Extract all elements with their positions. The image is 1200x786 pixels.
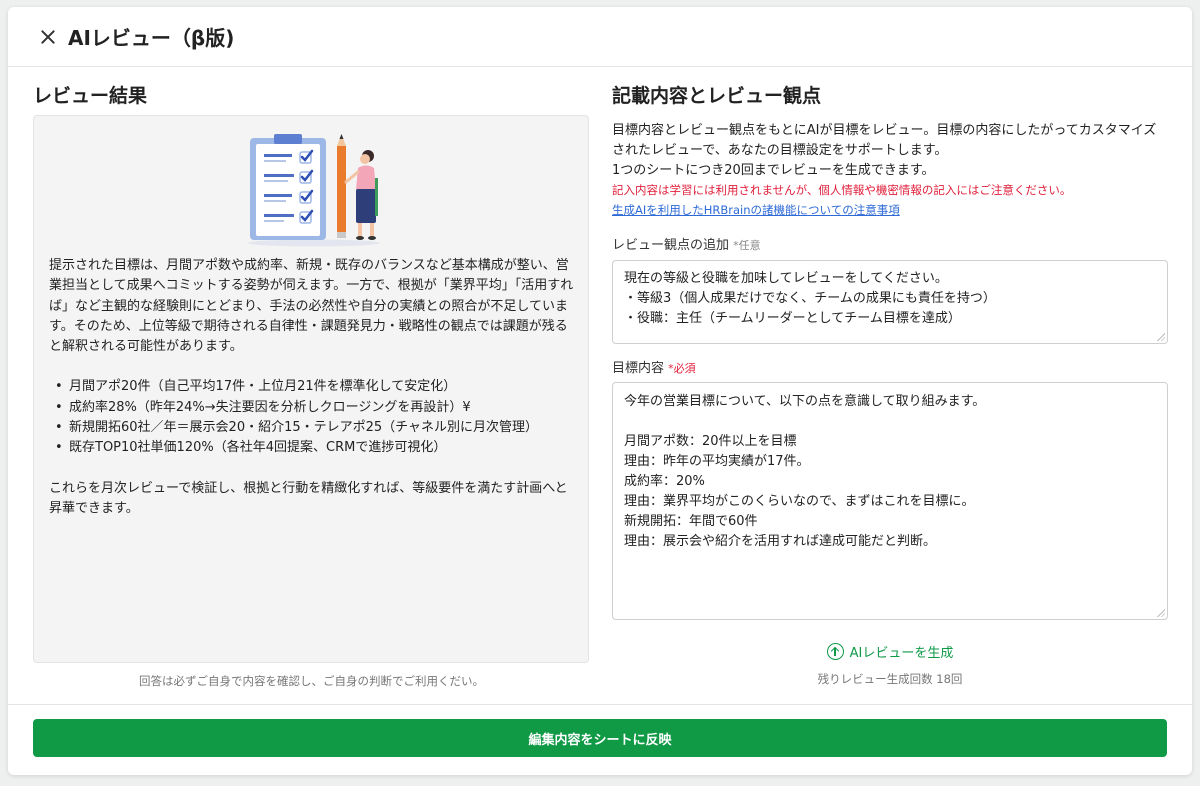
goal-content-textarea[interactable]: 今年の営業目標について、以下の点を意識して取り組みます。 月間アポ数：20件以上… bbox=[612, 382, 1168, 620]
disclaimer-note: 回答は必ずご自身で内容を確認し、ご自身の判断でご利用くだい。 bbox=[139, 674, 484, 688]
input-panel: 記載内容とレビュー観点 目標内容とレビュー観点をもとにAIが目標をレビュー。目標… bbox=[612, 85, 1168, 687]
optional-tag: *任意 bbox=[733, 239, 761, 252]
modal-footer: 編集内容をシートに反映 bbox=[8, 704, 1192, 775]
checklist-illustration bbox=[248, 134, 380, 247]
limit-text: 1つのシートにつき20回までレビューを生成できます。 bbox=[612, 163, 935, 178]
generate-review-button[interactable]: AIレビューを生成 bbox=[612, 642, 1168, 661]
ai-review-modal: AIレビュー（β版) レビュー結果 提示された目標は、月間アポ数や成約率、新規・… bbox=[8, 7, 1192, 775]
input-panel-title: 記載内容とレビュー観点 bbox=[612, 85, 822, 107]
review-result-title: レビュー結果 bbox=[33, 85, 148, 107]
review-field-label: レビュー観点の追加 *任意 bbox=[612, 238, 1168, 254]
description-text: 目標内容とレビュー観点をもとにAIが目標をレビュー。目標の内容にしたがってカスタ… bbox=[612, 123, 1157, 158]
goal-field-label-text: 目標内容 bbox=[612, 361, 665, 376]
review-field-label-text: レビュー観点の追加 bbox=[612, 238, 730, 253]
close-icon[interactable] bbox=[38, 27, 58, 47]
review-result-box: 提示された目標は、月間アポ数や成約率、新規・既存のバランスなど基本構成が整い、営… bbox=[33, 115, 589, 663]
review-paragraph-2: これらを月次レビューで検証し、根拠と行動を精緻化すれば、等級要件を満たす計画へと… bbox=[49, 480, 568, 516]
generate-review-label: AIレビューを生成 bbox=[849, 646, 954, 661]
remaining-count: 残りレビュー生成回数 18回 bbox=[817, 672, 963, 686]
review-result-panel: レビュー結果 提示された目標は、月間アポ数や成約率、新規・既存のバランスなど基本… bbox=[33, 85, 590, 689]
list-item: 成約率28%（昨年24%→失注要因を分析しクロージングを再設計）¥ bbox=[55, 398, 577, 419]
review-result-text: 提示された目標は、月間アポ数や成約率、新規・既存のバランスなど基本構成が整い、営… bbox=[49, 256, 577, 519]
caution-link[interactable]: 生成AIを利用したHRBrainの諸機能についての注意事項 bbox=[612, 200, 900, 220]
review-paragraph-1: 提示された目標は、月間アポ数や成約率、新規・既存のバランスなど基本構成が整い、営… bbox=[49, 258, 574, 355]
list-item: 既存TOP10社単価120%（各社年4回提案、CRMで進捗可視化） bbox=[55, 438, 577, 459]
list-item: 月間アポ20件（自己平均17件・上位月21件を標準化して安定化） bbox=[55, 377, 577, 398]
privacy-warning: 記入内容は学習には利用されませんが、個人情報や機密情報の記入にはご注意ください。 bbox=[612, 183, 1072, 197]
resize-handle-icon[interactable] bbox=[1157, 609, 1165, 617]
modal-title: AIレビュー（β版) bbox=[68, 26, 235, 50]
input-description: 目標内容とレビュー観点をもとにAIが目標をレビュー。目標の内容にしたがってカスタ… bbox=[612, 121, 1168, 221]
apply-to-sheet-button[interactable]: 編集内容をシートに反映 bbox=[33, 719, 1167, 757]
review-perspective-textarea[interactable]: 現在の等級と役職を加味してレビューをしてください。 ・等級3（個人成果だけでなく… bbox=[612, 260, 1168, 344]
arrow-up-circle-icon bbox=[826, 643, 844, 660]
resize-handle-icon[interactable] bbox=[1157, 333, 1165, 341]
review-bullet-list: 月間アポ20件（自己平均17件・上位月21件を標準化して安定化） 成約率28%（… bbox=[55, 377, 577, 458]
required-tag: *必須 bbox=[668, 362, 696, 375]
modal-header: AIレビュー（β版) bbox=[8, 7, 1192, 67]
list-item: 新規開拓60社／年＝展示会20・紹介15・テレアポ25（チャネル別に月次管理） bbox=[55, 418, 577, 439]
goal-field-label: 目標内容 *必須 bbox=[612, 361, 1168, 377]
